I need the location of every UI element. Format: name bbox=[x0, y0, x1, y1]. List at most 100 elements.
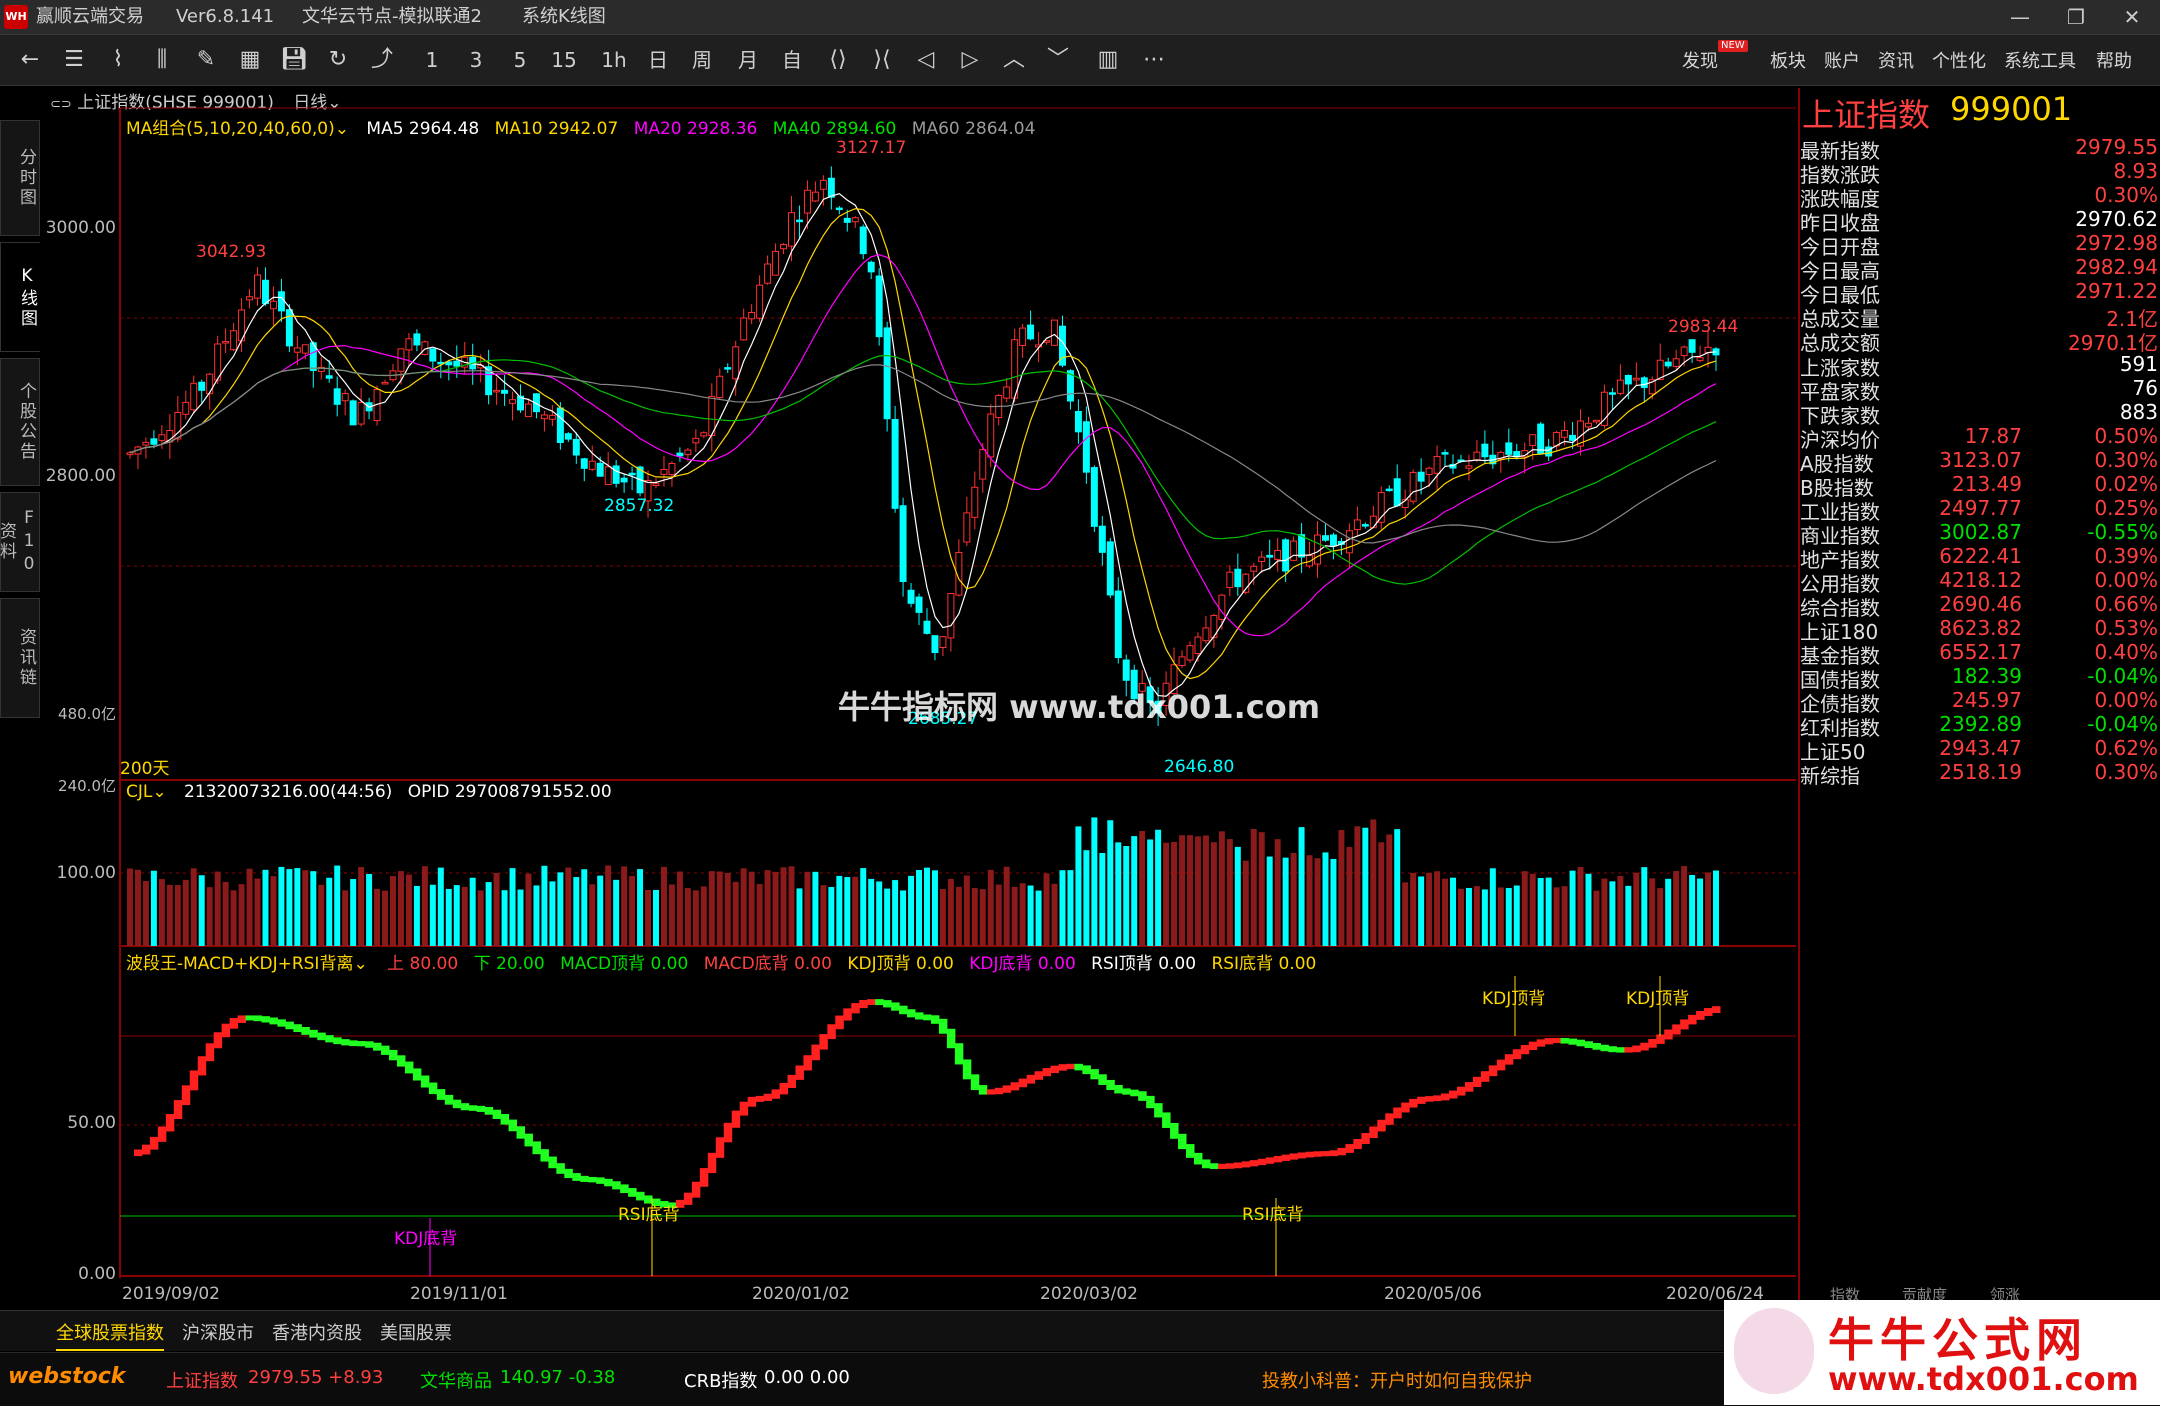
tab-sh-sz[interactable]: 沪深股市 bbox=[182, 1319, 254, 1345]
period-15min[interactable]: 15 bbox=[546, 43, 582, 77]
divergence-signal-lines bbox=[429, 976, 1661, 1276]
volume-bar bbox=[637, 869, 644, 946]
kline-icon[interactable]: ⫼ bbox=[144, 43, 180, 77]
indicator-segment bbox=[404, 1061, 414, 1074]
move-right-icon[interactable]: ▷ bbox=[952, 43, 988, 77]
chevron-down-icon[interactable]: ⌄ bbox=[152, 782, 166, 802]
candle-body bbox=[301, 344, 309, 354]
period-day[interactable]: 日 bbox=[640, 43, 676, 77]
indicator-segment bbox=[795, 1065, 804, 1080]
volume-indicator-select[interactable]: CJL bbox=[126, 782, 152, 802]
volume-bar bbox=[326, 877, 333, 946]
back-arrow-icon[interactable]: ← bbox=[12, 43, 48, 77]
volume-bar bbox=[358, 867, 365, 946]
candle-body bbox=[540, 414, 548, 420]
menu-personalize[interactable]: 个性化 bbox=[1932, 47, 1986, 73]
volume-bar bbox=[469, 877, 476, 946]
volume-bar bbox=[1282, 857, 1289, 946]
kdj-bottom-value: KDJ底背 0.00 bbox=[969, 954, 1076, 974]
candle-body bbox=[859, 226, 867, 255]
quote-panel: 上证指数 999001 最新指数 2979.55 指数涨跌 8.93 涨跌幅度 0.30%… bbox=[1798, 88, 2160, 1306]
candle-body bbox=[254, 274, 261, 299]
ticker-name[interactable]: 上证指数 bbox=[166, 1367, 238, 1393]
volume-bar bbox=[1346, 847, 1353, 946]
period-week[interactable]: 周 bbox=[684, 43, 720, 77]
candle-body bbox=[596, 462, 604, 477]
candle-body bbox=[1465, 465, 1473, 469]
indicator-segment bbox=[1449, 1090, 1458, 1099]
period-custom[interactable]: 自 bbox=[774, 43, 810, 77]
tab-hk[interactable]: 香港内资股 bbox=[272, 1319, 362, 1345]
moving-average-lines bbox=[129, 193, 1717, 697]
volume-bar bbox=[1617, 876, 1624, 946]
zoom-out-icon[interactable]: ⟩⟨ bbox=[864, 43, 900, 77]
minimize-icon[interactable]: — bbox=[1992, 0, 2048, 34]
indicator-segment bbox=[1560, 1037, 1570, 1044]
menu-help[interactable]: 帮助 bbox=[2096, 47, 2132, 73]
move-left-icon[interactable]: ◁ bbox=[908, 43, 944, 77]
volume-bar bbox=[1035, 890, 1042, 946]
indicator-segment bbox=[1337, 1147, 1346, 1156]
volume-bar bbox=[1187, 835, 1193, 946]
indicator-segment bbox=[197, 1056, 207, 1076]
restore-icon[interactable]: ❐ bbox=[2048, 0, 2104, 34]
period-1hour[interactable]: 1h bbox=[596, 43, 632, 77]
menu-news[interactable]: 资讯 bbox=[1878, 47, 1914, 73]
period-5min[interactable]: 5 bbox=[502, 43, 538, 77]
candle-body bbox=[190, 382, 198, 411]
volume-bar bbox=[134, 869, 141, 946]
ma5-line bbox=[129, 193, 1717, 697]
tab-global-indices[interactable]: 全球股票指数 bbox=[56, 1319, 164, 1351]
layout-icon[interactable]: ▥ bbox=[1090, 43, 1126, 77]
volume-bar bbox=[246, 868, 253, 946]
candle-body bbox=[150, 438, 158, 445]
scroll-up-icon[interactable]: ︿ bbox=[996, 43, 1032, 77]
candle-body bbox=[907, 589, 915, 604]
timeshare-icon[interactable]: ⌇ bbox=[100, 43, 136, 77]
period-1min[interactable]: 1 bbox=[414, 43, 450, 77]
menu-system-tools[interactable]: 系统工具 bbox=[2004, 47, 2076, 73]
indicator-icon[interactable]: ▦ bbox=[232, 43, 268, 77]
candle-body bbox=[1345, 530, 1353, 554]
indicator-segment bbox=[157, 1126, 167, 1142]
candle-body bbox=[1258, 556, 1266, 563]
indicator-segment bbox=[1305, 1151, 1315, 1158]
day-count: 200天 bbox=[120, 759, 170, 779]
trend-icon[interactable]: ⤴ bbox=[364, 43, 400, 77]
quote-list-icon[interactable]: ☰ bbox=[56, 43, 92, 77]
candle-body bbox=[668, 462, 676, 475]
close-icon[interactable]: ✕ bbox=[2104, 0, 2160, 34]
volume-bar bbox=[756, 884, 763, 946]
indicator-segment bbox=[1090, 1069, 1099, 1080]
indicator-select[interactable]: 波段王-MACD+KDJ+RSI背离 bbox=[126, 954, 353, 974]
more-icon[interactable]: ⋯ bbox=[1136, 43, 1172, 77]
refresh-icon[interactable]: ↻ bbox=[320, 43, 356, 77]
zoom-in-icon[interactable]: ⟨⟩ bbox=[820, 43, 856, 77]
volume-bar bbox=[1115, 842, 1122, 946]
tab-us[interactable]: 美国股票 bbox=[380, 1319, 452, 1345]
education-tip[interactable]: 投教小科普：开户时如何自我保护 bbox=[1262, 1367, 1532, 1393]
chevron-down-icon[interactable]: ⌄ bbox=[353, 954, 367, 974]
period-month[interactable]: 月 bbox=[730, 43, 766, 77]
volume-bar bbox=[222, 881, 229, 946]
save-icon[interactable]: 💾︎ bbox=[276, 43, 312, 77]
indicator-segment bbox=[779, 1082, 789, 1095]
menu-sector[interactable]: 板块 bbox=[1770, 47, 1806, 73]
menu-discover[interactable]: 发现 bbox=[1682, 47, 1718, 73]
candle-body bbox=[142, 441, 150, 446]
indicator-segment bbox=[1401, 1102, 1410, 1113]
volume-bar bbox=[1274, 839, 1281, 946]
menu-account[interactable]: 账户 bbox=[1824, 47, 1860, 73]
candle-body bbox=[795, 219, 803, 223]
ticker-name[interactable]: 文华商品 bbox=[420, 1367, 492, 1393]
volume-bar bbox=[1218, 831, 1225, 946]
draw-tool-icon[interactable]: ✎ bbox=[188, 43, 224, 77]
period-3min[interactable]: 3 bbox=[458, 43, 494, 77]
indicator-segment bbox=[628, 1188, 637, 1197]
indicator-segment bbox=[1704, 1008, 1713, 1016]
candle-body bbox=[1640, 377, 1648, 389]
indicator-segment bbox=[460, 1103, 470, 1111]
scroll-down-icon[interactable]: ﹀ bbox=[1040, 43, 1076, 77]
ticker-name[interactable]: CRB指数 bbox=[684, 1367, 757, 1393]
quote-row[interactable]: 新综指 2518.19 0.30% bbox=[1800, 757, 2160, 790]
